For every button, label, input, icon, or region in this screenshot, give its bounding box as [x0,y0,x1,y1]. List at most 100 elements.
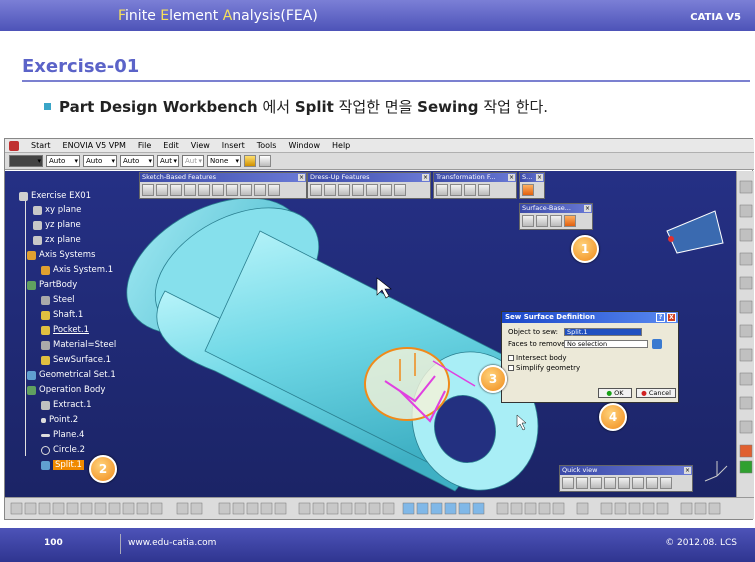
close-icon[interactable]: × [508,174,515,181]
tree-sewsurface[interactable]: SewSurface.1 [41,355,111,365]
transparency-combo[interactable]: Auto [46,155,80,167]
properties-icon[interactable] [259,155,271,167]
view-named-icon[interactable] [660,477,672,489]
tree-circle[interactable]: Circle.2 [41,445,85,455]
close-icon[interactable]: × [298,174,305,181]
scale-icon[interactable] [478,184,490,196]
thickness-icon[interactable] [366,184,378,196]
chamfer-icon[interactable] [324,184,336,196]
menu-start[interactable]: Start [31,141,51,150]
callout-1: 1 [571,235,599,263]
slot-icon[interactable] [226,184,238,196]
tree-xy-plane[interactable]: xy plane [33,205,81,215]
pad-icon[interactable] [142,184,154,196]
plane-icon [33,220,42,230]
tree-plane[interactable]: Plane.4 [41,430,84,440]
close-icon[interactable]: × [536,174,543,181]
thick-surface-icon[interactable] [536,215,548,227]
split-tool-icon[interactable] [522,184,534,196]
hole-icon[interactable] [198,184,210,196]
color-combo[interactable] [9,155,43,167]
view-bottom-icon[interactable] [646,477,658,489]
tree-partbody[interactable]: PartBody [27,280,77,290]
layer-combo[interactable]: None [207,155,241,167]
remove-face-icon[interactable] [394,184,406,196]
menu-edit[interactable]: Edit [163,141,179,150]
pocket-icon[interactable] [156,184,168,196]
tree-root[interactable]: Exercise EX01 [19,191,91,201]
close-surface-icon[interactable] [550,215,562,227]
tree-pocket[interactable]: Pocket.1 [41,325,89,335]
stiffener-icon[interactable] [240,184,252,196]
close-icon[interactable]: × [422,174,429,181]
tree-shaft[interactable]: Shaft.1 [41,310,83,320]
thread-icon[interactable] [380,184,392,196]
tree-geometrical-set[interactable]: Geometrical Set.1 [27,370,116,380]
sew-surface-icon[interactable] [564,215,576,227]
draft-icon[interactable] [338,184,350,196]
toolbar-sketch-title: Sketch-Based Features [142,173,216,181]
ok-button[interactable]: ● OK [598,388,632,398]
footer-url[interactable]: www.edu-catia.com [128,538,216,548]
menu-window[interactable]: Window [288,141,320,150]
fillet-icon[interactable] [310,184,322,196]
split-icon[interactable] [522,215,534,227]
geometrical-set-icon [27,370,36,380]
compass-icon[interactable] [666,210,724,254]
paint-brush-icon[interactable] [244,155,256,167]
menu-help[interactable]: Help [332,141,350,150]
rib-icon[interactable] [212,184,224,196]
cancel-button[interactable]: ● Cancel [636,388,676,398]
dialog-close-button[interactable]: X [667,313,676,322]
tree-zx-plane[interactable]: zx plane [33,235,81,245]
dialog-help-button[interactable]: ? [656,313,665,322]
tree-point[interactable]: Point.2 [41,415,78,425]
tree-steel[interactable]: Steel [41,295,75,305]
menu-tools[interactable]: Tools [257,141,277,150]
view-iso-icon[interactable] [562,477,574,489]
object-to-sew-field[interactable]: Split.1 [564,328,642,336]
intersect-body-checkbox[interactable]: Intersect body [508,354,567,362]
tree-split[interactable]: Split.1 [41,460,84,470]
faces-to-remove-field[interactable]: No selection [564,340,648,348]
shaft-icon[interactable] [170,184,182,196]
tree-axis-system-1[interactable]: Axis System.1 [41,265,113,275]
callout-3: 3 [479,365,507,393]
shell-icon[interactable] [352,184,364,196]
tree-axis-systems[interactable]: Axis Systems [27,250,95,260]
close-icon[interactable]: × [584,205,591,212]
tree-operation-body[interactable]: Operation Body [27,385,105,395]
3d-viewport[interactable]: Exercise EX01 xy plane yz plane zx plane… [5,171,736,497]
axis-system-icon [41,265,50,275]
tree-yz-plane[interactable]: yz plane [33,220,81,230]
pattern-icon[interactable] [464,184,476,196]
mirror-icon[interactable] [450,184,462,196]
loft-icon[interactable] [254,184,266,196]
groove-icon[interactable] [184,184,196,196]
render-combo[interactable]: Aut [182,155,204,167]
line-type-combo[interactable]: Auto [120,155,154,167]
faces-list-icon[interactable] [652,339,662,349]
line-thickness-combo[interactable]: Auto [83,155,117,167]
translate-icon[interactable] [436,184,448,196]
menu-file[interactable]: File [138,141,151,150]
bullet-item: Part Design Workbench 에서 Split 작업한 면을 Se… [44,96,548,117]
toolbar-transform-title: Transformation F... [436,173,496,181]
remove-loft-icon[interactable] [268,184,280,196]
menu-view[interactable]: View [191,141,210,150]
view-right-icon[interactable] [618,477,630,489]
view-left-icon[interactable] [604,477,616,489]
tree-extract[interactable]: Extract.1 [41,400,92,410]
view-front-icon[interactable] [576,477,588,489]
close-icon[interactable]: × [684,467,691,474]
view-back-icon[interactable] [590,477,602,489]
toolbar-s: S... × [519,172,545,199]
menu-insert[interactable]: Insert [222,141,245,150]
tree-material[interactable]: Material=Steel [41,340,116,350]
menu-enovia[interactable]: ENOVIA V5 VPM [63,141,126,150]
callout-2: 2 [89,455,117,483]
sew-surface-icon [41,355,50,365]
view-top-icon[interactable] [632,477,644,489]
point-type-combo[interactable]: Aut [157,155,179,167]
simplify-geometry-checkbox[interactable]: Simplify geometry [508,364,580,372]
